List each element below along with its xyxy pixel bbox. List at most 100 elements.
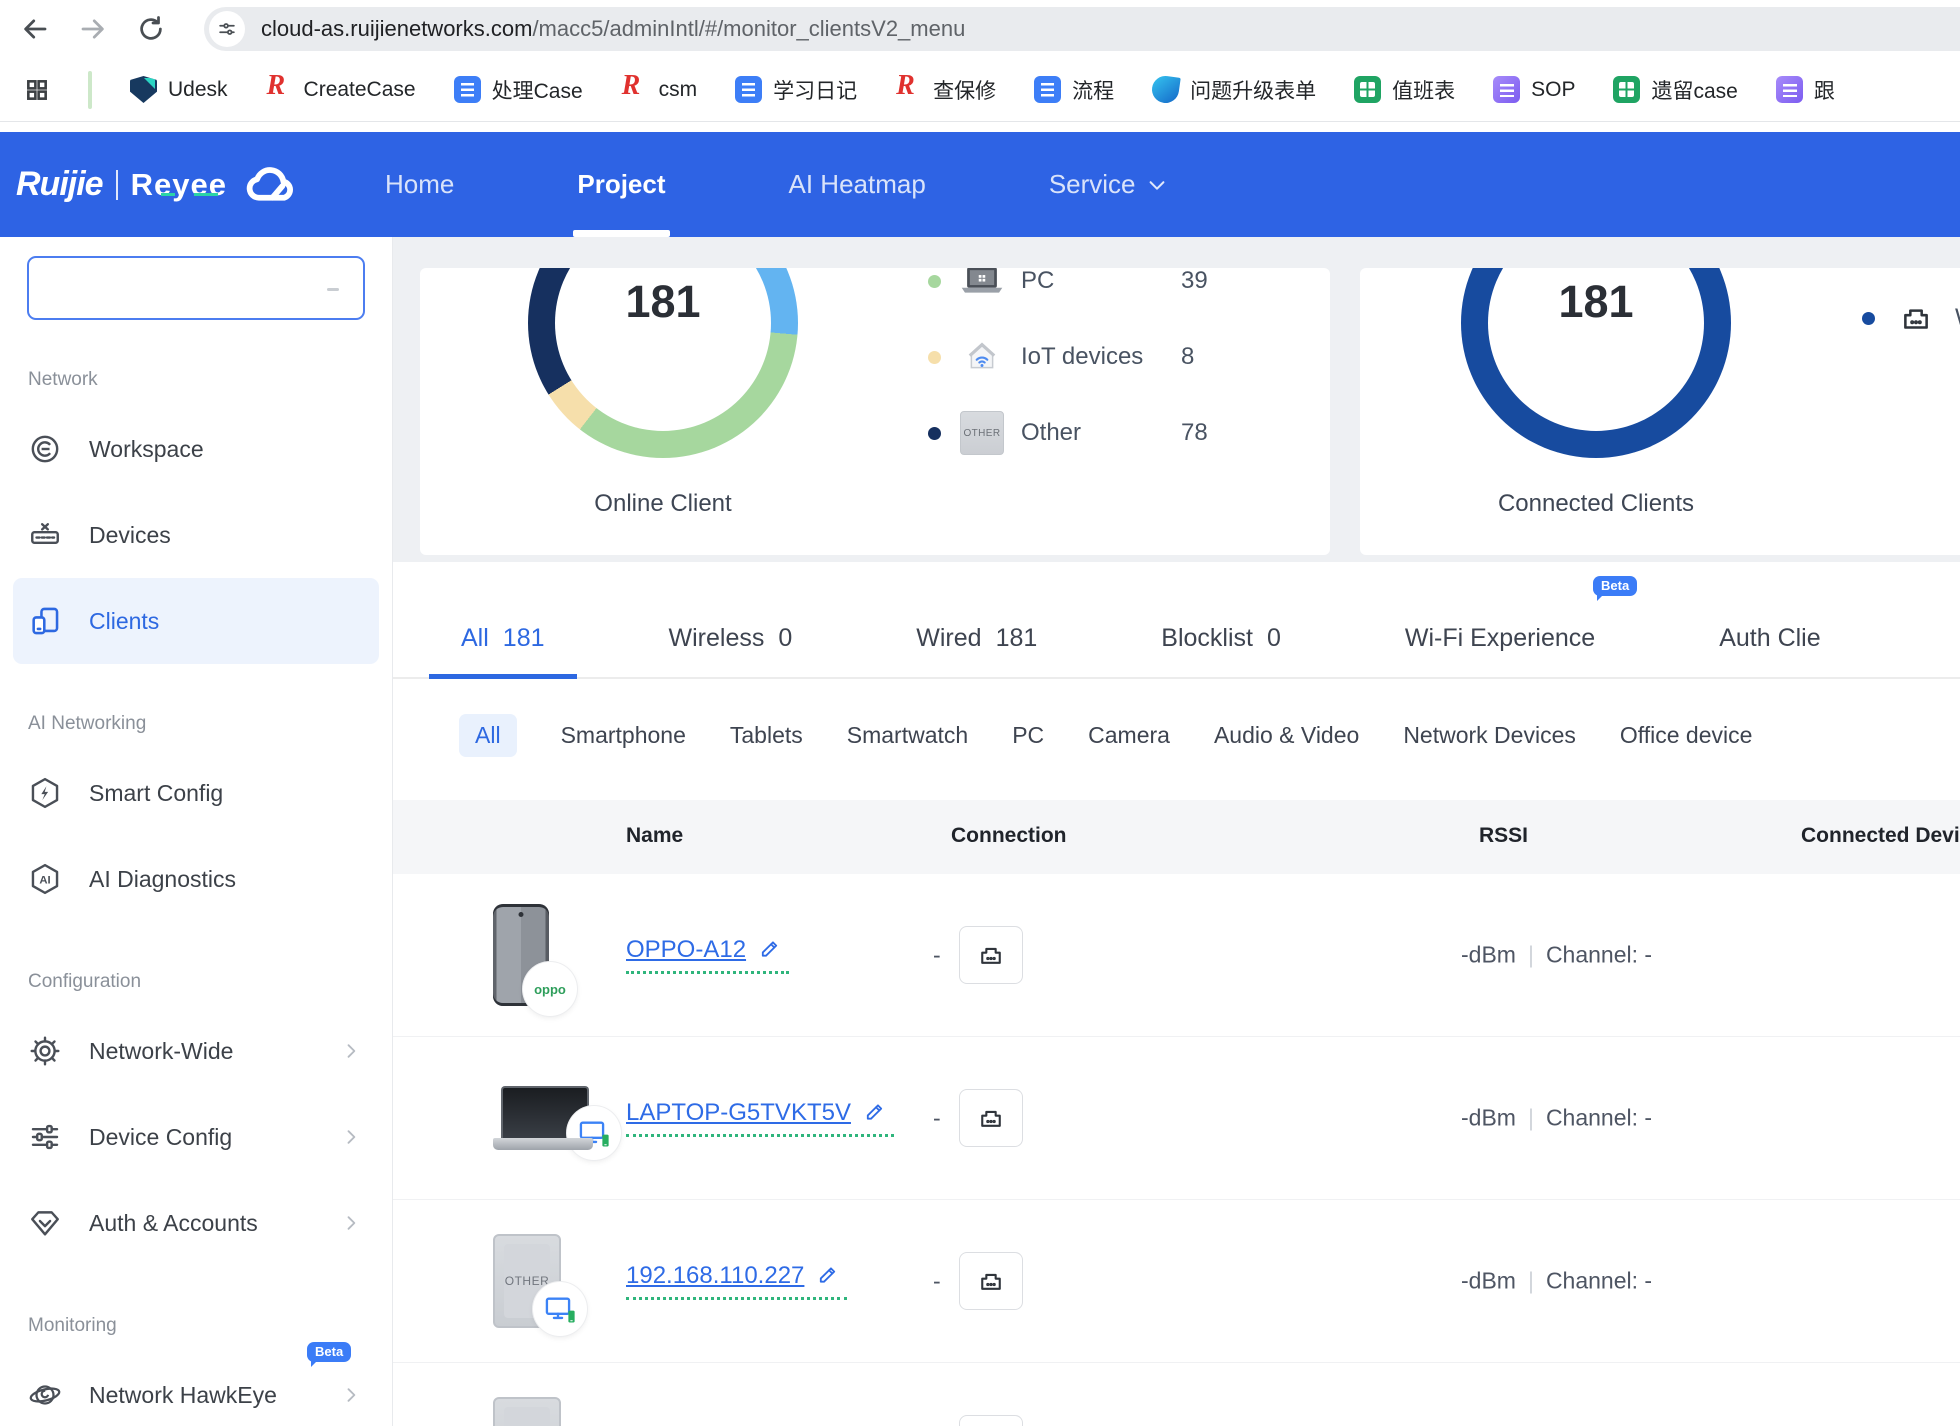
bookmark-item[interactable]: SOP	[1493, 76, 1575, 103]
legend-row[interactable]: OTHER Other 78	[928, 408, 1208, 458]
sidebar-item-label: Devices	[89, 522, 171, 549]
sidebar-item[interactable]: Network-Wide	[13, 1008, 379, 1094]
table-row[interactable]: OTHER oppo OPPO-A12 -	[393, 874, 1960, 1037]
device-type-filter[interactable]: Network Devices	[1403, 722, 1576, 749]
sidebar-item[interactable]: Smart Config	[13, 750, 379, 836]
sidebar-section: Monitoring Network HawkEye Beta	[0, 1314, 392, 1426]
device-type-filter[interactable]: Office device	[1620, 722, 1753, 749]
sidebar-item-icon	[28, 1378, 62, 1412]
device-type-filter[interactable]: Audio & Video	[1214, 722, 1359, 749]
device-image-cell: OTHER	[493, 1086, 593, 1150]
main-menu-item[interactable]: Project	[577, 132, 665, 237]
bookmark-icon	[735, 76, 762, 103]
sidebar-item[interactable]: Clients	[13, 578, 379, 664]
gateway-button[interactable]	[959, 926, 1023, 984]
sidebar-item-icon	[28, 1120, 62, 1154]
sidebar-section-items: Network-Wide Device Config Auth & Accoun…	[0, 1008, 392, 1266]
client-tab[interactable]: Wi-Fi Experience Beta	[1405, 600, 1595, 677]
sidebar-item[interactable]: Workspace	[13, 406, 379, 492]
bookmark-item[interactable]: 值班表	[1354, 75, 1455, 105]
phone-icon	[564, 1308, 579, 1325]
rssi-cell: -dBm | Channel: -	[1461, 942, 1652, 969]
client-tab[interactable]: Blocklist 0	[1161, 600, 1281, 677]
rssi-separator: |	[1528, 1105, 1534, 1132]
device-image-cell: OTHER	[493, 1234, 561, 1328]
legend-device-glyph	[959, 268, 1005, 298]
clients-panel: All 181 Wireless 0 Wired 181 Blocklist 0	[393, 562, 1960, 1426]
client-tab[interactable]: Auth Clie	[1719, 600, 1820, 677]
bookmark-item[interactable]: 处理Case	[454, 75, 583, 105]
sidebar-item-icon	[28, 1206, 62, 1240]
tab-count: 0	[778, 624, 792, 653]
device-type-filter[interactable]: Camera	[1088, 722, 1170, 749]
client-name-link[interactable]: 192.168.110.227	[626, 1262, 804, 1289]
sidebar-section: Network Workspace Devices	[0, 368, 392, 664]
column-header-name: Name	[626, 824, 683, 848]
legend-row[interactable]: Wi	[1862, 293, 1960, 343]
address-bar[interactable]: cloud-as.ruijienetworks.com/macc5/adminI…	[204, 7, 1960, 51]
device-type-filter[interactable]: Smartphone	[561, 722, 686, 749]
legend-label: Other	[1021, 419, 1171, 447]
bookmark-item[interactable]: 流程	[1034, 75, 1114, 105]
sidebar-item[interactable]: Network HawkEye Beta	[13, 1352, 379, 1426]
chevron-right-icon	[341, 1213, 361, 1233]
main-menu-item[interactable]: Home	[385, 132, 454, 237]
table-row[interactable]: OTHER LAPTOP-G5TVKT	[393, 1037, 1960, 1200]
bookmark-label: 处理Case	[492, 75, 583, 105]
edit-name-icon[interactable]	[758, 937, 781, 960]
bookmark-item[interactable]: 跟	[1776, 75, 1835, 105]
gateway-button[interactable]	[959, 1415, 1023, 1426]
network-search-input[interactable]	[27, 256, 365, 320]
brand-logo[interactable]: Ruijie Reyee	[16, 132, 298, 237]
apps-grid-icon[interactable]	[24, 77, 50, 103]
channel-value: Channel: -	[1546, 1268, 1652, 1295]
bookmark-icon	[1354, 76, 1381, 103]
bookmark-item[interactable]: CreateCase	[266, 76, 416, 103]
bookmark-item[interactable]: 遗留case	[1613, 75, 1737, 105]
site-settings-icon[interactable]	[209, 11, 245, 47]
device-type-filter[interactable]: Tablets	[730, 722, 803, 749]
legend-row[interactable]: PC 39	[928, 268, 1208, 306]
device-type-filter[interactable]: PC	[1012, 722, 1044, 749]
client-tab[interactable]: All 181	[461, 600, 545, 677]
device-type-filter[interactable]: Smartwatch	[847, 722, 968, 749]
bookmark-item[interactable]: 查保修	[895, 75, 996, 105]
back-icon[interactable]	[20, 14, 50, 44]
legend-device-icon	[958, 268, 1006, 298]
edit-name-icon[interactable]	[816, 1263, 839, 1286]
bookmark-item[interactable]: Udesk	[130, 76, 228, 103]
device-type-filter[interactable]: All	[459, 714, 517, 757]
main-menu-label: Service	[1049, 169, 1136, 200]
sidebar-item[interactable]: Auth & Accounts	[13, 1180, 379, 1266]
bookmarks-bar: Udesk CreateCase 处理Case csm 学习日记 查保修	[0, 58, 1960, 122]
gateway-button[interactable]	[959, 1089, 1023, 1147]
bookmark-item[interactable]: 学习日记	[735, 75, 857, 105]
edit-name-icon[interactable]	[863, 1100, 886, 1123]
sidebar-item[interactable]: AI Diagnostics	[13, 836, 379, 922]
client-name-link[interactable]: LAPTOP-G5TVKT5V	[626, 1099, 851, 1126]
device-image-cell: OTHER oppo	[493, 904, 549, 1006]
connected-clients-total: 181	[1461, 276, 1731, 328]
main-menu-item[interactable]: AI Heatmap	[789, 132, 926, 237]
forward-icon[interactable]	[78, 14, 108, 44]
client-name-link[interactable]: OPPO-A12	[626, 936, 746, 963]
chevron-right-icon	[341, 1385, 361, 1405]
table-row[interactable]: OTHER 192.168.110.2	[393, 1200, 1960, 1363]
sidebar-sections: Network Workspace Devices	[0, 368, 392, 1426]
client-tab[interactable]: Wired 181	[916, 600, 1037, 677]
reyee-cloud-icon	[240, 163, 298, 207]
sidebar-item[interactable]: Device Config	[13, 1094, 379, 1180]
device-image-cell: OTHER	[493, 1397, 561, 1426]
reload-icon[interactable]	[136, 14, 166, 44]
client-tab[interactable]: Wireless 0	[669, 600, 793, 677]
sidebar-item[interactable]: Devices	[13, 492, 379, 578]
bookmark-item[interactable]: csm	[621, 76, 698, 103]
device-image: OTHER	[493, 1397, 561, 1426]
gateway-button[interactable]	[959, 1252, 1023, 1310]
bookmark-item[interactable]: 问题升级表单	[1152, 75, 1316, 105]
main-menu-item[interactable]: Service	[1049, 132, 1168, 237]
legend-row[interactable]: IoT devices 8	[928, 332, 1208, 382]
sidebar: Network Workspace Devices	[0, 237, 393, 1426]
table-row[interactable]: OTHER 192.168.110.2	[393, 1363, 1960, 1426]
sidebar-item-icon	[28, 862, 62, 896]
